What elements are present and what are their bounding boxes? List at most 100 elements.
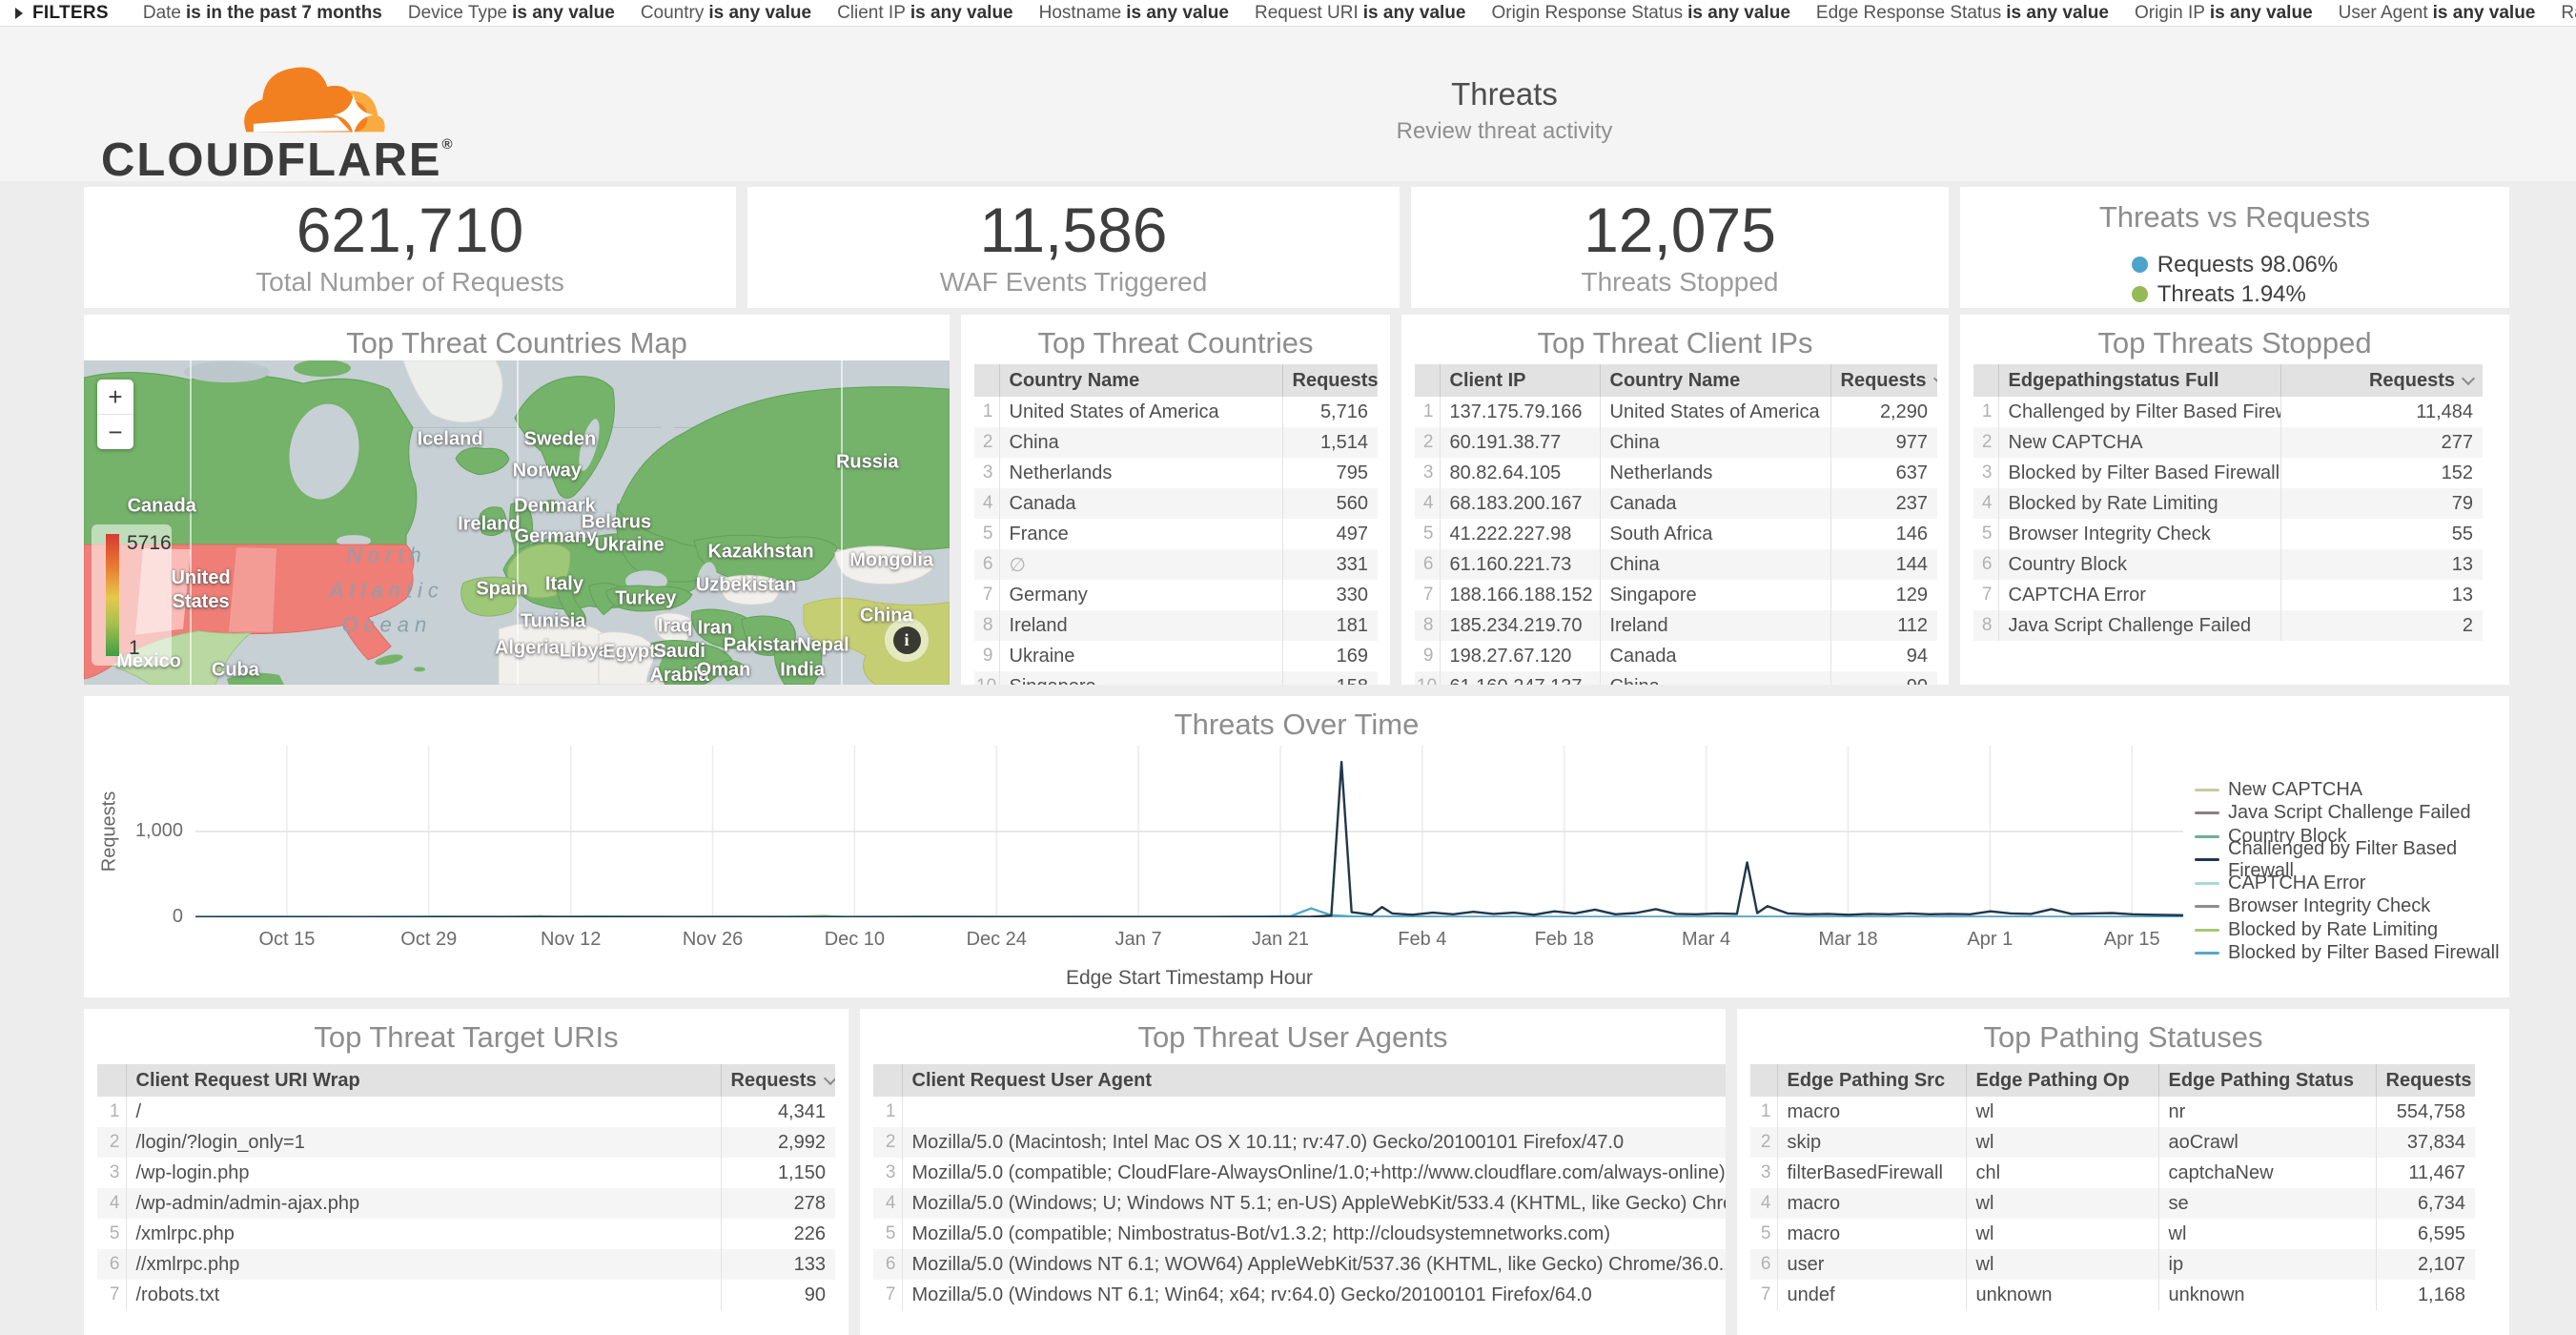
table-cell: 277 <box>2280 427 2483 458</box>
filter-item[interactable]: Edge Response Statusis any value <box>1816 3 2109 24</box>
table-cell: 637 <box>1830 458 1937 488</box>
stat-label: Total Number of Requests <box>256 267 564 298</box>
filter-item[interactable]: RayIDis any val... <box>2561 3 2576 24</box>
filter-item[interactable]: Client IPis any value <box>837 3 1013 24</box>
row-number: 3 <box>974 458 999 488</box>
zoom-out-button[interactable]: − <box>97 415 133 449</box>
filter-item[interactable]: Origin IPis any value <box>2135 3 2313 24</box>
table-cell: /xmlrpc.php <box>126 1219 721 1249</box>
country-label: Belarus <box>582 511 651 535</box>
table-cell: Netherlands <box>999 458 1282 488</box>
column-header[interactable]: Requests <box>721 1064 835 1097</box>
row-number: 8 <box>1415 610 1440 641</box>
table-cell: 11,467 <box>2376 1158 2475 1188</box>
chart-legend-item[interactable]: Browser Integrity Check <box>2195 895 2509 919</box>
stat-card-threats-stopped: 12,075 Threats Stopped <box>1411 187 1949 308</box>
table-cell: Country Block <box>1998 549 2280 580</box>
row-number: 2 <box>873 1127 902 1158</box>
filter-item[interactable]: Request URIis any value <box>1255 3 1466 24</box>
column-header[interactable]: Requests <box>2376 1064 2475 1097</box>
zoom-in-button[interactable]: + <box>97 380 133 415</box>
country-label: Egypt <box>603 641 656 665</box>
column-header[interactable]: Requests <box>2280 364 2483 397</box>
row-number: 2 <box>1750 1127 1777 1158</box>
row-number: 1 <box>974 397 999 427</box>
table-cell: 37,834 <box>2376 1127 2475 1158</box>
country-label: Norway <box>513 459 582 483</box>
row-number: 6 <box>1973 549 1998 580</box>
row-number-header <box>1973 364 1998 397</box>
table-cell: 11,484 <box>2280 397 2483 427</box>
row-number: 7 <box>1973 580 1998 610</box>
table-cell: aoCrawl <box>2158 1127 2376 1158</box>
chart-legend-label: Browser Integrity Check <box>2228 895 2430 917</box>
info-icon[interactable]: i <box>885 618 929 662</box>
filter-item[interactable]: User Agentis any value <box>2339 3 2536 24</box>
chart-legend-item[interactable]: Blocked by Filter Based Firewall <box>2195 942 2509 966</box>
table-cell: user <box>1777 1249 1966 1280</box>
table-cell: 90 <box>1830 671 1937 685</box>
filter-item[interactable]: Dateis in the past 7 months <box>143 3 382 24</box>
chart-legend-label: New CAPTCHA <box>2228 779 2362 801</box>
x-tick-label: Jan 21 <box>1223 929 1338 951</box>
legend-dot-icon <box>2132 257 2148 273</box>
column-header[interactable]: Requests <box>1830 364 1937 397</box>
table-cell: 158 <box>1282 671 1378 685</box>
table-row: 7/robots.txt90 <box>97 1280 835 1310</box>
table-cell: 188.166.188.152 <box>1440 580 1600 610</box>
row-number: 9 <box>1415 641 1440 671</box>
table-row: 541.222.227.98South Africa146 <box>1415 519 1937 549</box>
table-row: 3Netherlands795 <box>974 458 1378 488</box>
country-label: Tunisia <box>521 610 586 634</box>
table-cell: //xmlrpc.php <box>126 1249 721 1280</box>
filter-item[interactable]: Hostnameis any value <box>1039 3 1229 24</box>
table-cell: 61.160.221.73 <box>1440 549 1600 580</box>
table-row: 1/4,341 <box>97 1097 835 1127</box>
filter-field: User Agent <box>2339 3 2428 23</box>
table-cell: Canada <box>1600 641 1830 671</box>
row-number: 4 <box>1415 488 1440 519</box>
filter-item[interactable]: Device Typeis any value <box>408 3 615 24</box>
column-header[interactable]: Requests <box>1282 364 1378 397</box>
table-cell: Java Script Challenge Failed <box>1998 610 2280 641</box>
table-cell: France <box>999 519 1282 549</box>
table-cell: 185.234.219.70 <box>1440 610 1600 641</box>
table-cell: China <box>999 427 1282 458</box>
chart-legend-label: Blocked by Rate Limiting <box>2228 919 2438 941</box>
chart-legend-item[interactable]: Java Script Challenge Failed <box>2195 802 2509 826</box>
x-tick-label: Mar 4 <box>1649 929 1764 951</box>
row-number: 6 <box>97 1249 126 1280</box>
table-cell: chl <box>1966 1158 2158 1188</box>
country-label: Cuba <box>212 658 259 682</box>
row-number: 7 <box>1415 580 1440 610</box>
table-row: 7188.166.188.152Singapore129 <box>1415 580 1937 610</box>
filter-item[interactable]: Countryis any value <box>641 3 811 24</box>
table-row: 6Mozilla/5.0 (Windows NT 6.1; WOW64) App… <box>873 1249 1726 1280</box>
chart-plot-area[interactable] <box>195 746 2183 917</box>
table-cell: Ireland <box>1600 610 1830 641</box>
table-cell: 1,514 <box>1282 427 1378 458</box>
row-number: 9 <box>974 641 999 671</box>
table-row: 3Mozilla/5.0 (compatible; CloudFlare-Alw… <box>873 1158 1726 1188</box>
row-number: 2 <box>1973 427 1998 458</box>
data-table: Client IPCountry NameRequests1137.175.79… <box>1415 364 1937 685</box>
table-cell: wl <box>1966 1249 2158 1280</box>
world-map[interactable]: CanadaUnited StatesMexicoCubaIcelandNort… <box>84 360 950 685</box>
filter-field: Edge Response Status <box>1816 3 2001 23</box>
scale-max-value: 5716 <box>127 532 172 555</box>
chart-legend-item[interactable]: Challenged by Filter Based Firewall <box>2195 849 2509 873</box>
data-table: Client Request URI WrapRequests1/4,3412/… <box>97 1064 835 1310</box>
x-tick-label: Apr 15 <box>2075 929 2189 951</box>
table-cell: China <box>1600 427 1830 458</box>
table-cell: wl <box>2158 1219 2376 1249</box>
filters-toggle[interactable]: FILTERS <box>15 3 109 24</box>
chart-legend-item[interactable]: Blocked by Rate Limiting <box>2195 918 2509 942</box>
table-cell: 169 <box>1282 641 1378 671</box>
table-cell: Ukraine <box>999 641 1282 671</box>
table-cell: 112 <box>1830 610 1937 641</box>
table-cell: Canada <box>1600 488 1830 519</box>
table-row: 1Challenged by Filter Based Firewall11,4… <box>1973 397 2483 427</box>
chart-legend-item[interactable]: New CAPTCHA <box>2195 778 2509 802</box>
filter-value: is any value <box>1687 3 1790 23</box>
filter-item[interactable]: Origin Response Statusis any value <box>1491 3 1789 24</box>
